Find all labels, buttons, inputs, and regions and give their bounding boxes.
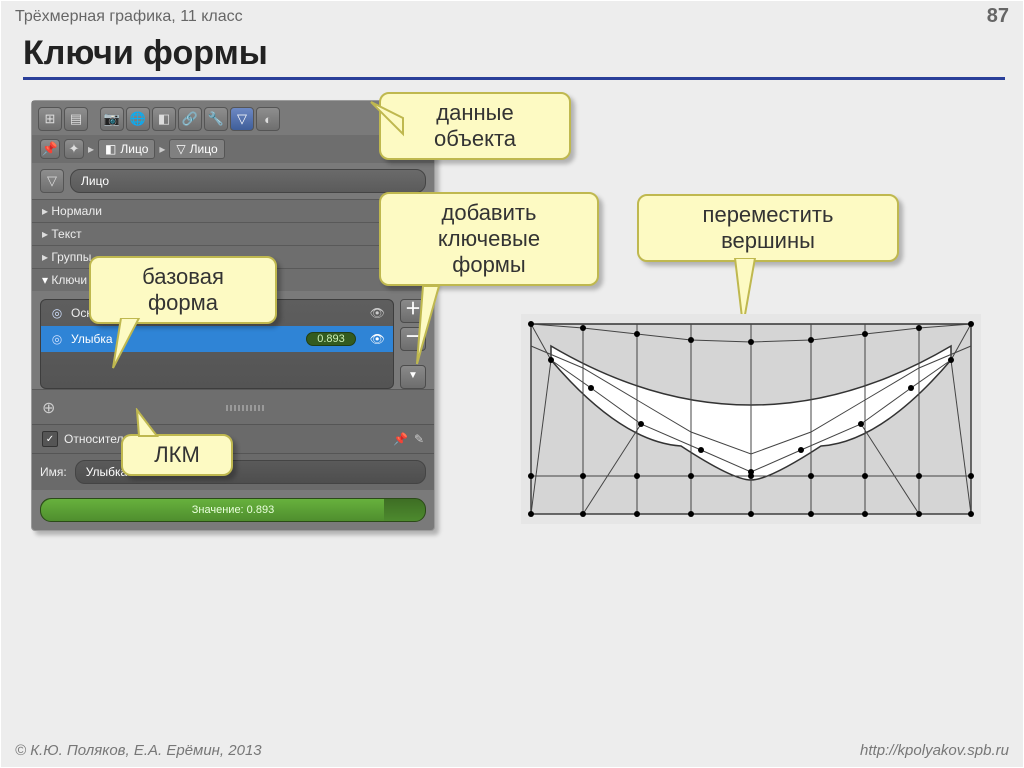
name-label: Имя:	[40, 465, 67, 479]
layers-icon[interactable]: ▤	[64, 107, 88, 131]
callout-lmb-tail	[135, 408, 175, 438]
relative-checkbox[interactable]: ✓	[42, 431, 58, 447]
constraints-icon[interactable]: 🔗	[178, 107, 202, 131]
callout-base-shape-tail	[109, 318, 149, 370]
footer-url: http://kpolyakov.spb.ru	[860, 742, 1009, 759]
shape-key-smile-label: Улыбка	[71, 332, 113, 346]
slider-label: Значение: 0.893	[192, 504, 274, 516]
visibility-icon[interactable]: 👁	[370, 332, 385, 346]
page-number: 87	[987, 5, 1009, 28]
callout-base-shape: базовая форма	[89, 256, 277, 324]
title-rule	[23, 77, 1005, 80]
callout-move-verts: переместить вершины	[637, 194, 899, 262]
mesh-icon: ▽	[176, 142, 185, 156]
section-normals[interactable]: Нормали	[32, 199, 434, 222]
callout-object-data-tail	[369, 100, 409, 140]
shape-key-smile[interactable]: ◎ Улыбка 0.893 👁	[41, 326, 393, 352]
callout-lmb: ЛКМ	[121, 434, 233, 476]
pin-icon[interactable]: 📌	[40, 139, 60, 159]
object-icon[interactable]: ◧	[152, 107, 176, 131]
shape-key-value-slider[interactable]: Значение: 0.893	[40, 498, 426, 522]
add-driver-icon[interactable]: ⊕	[42, 398, 55, 418]
course-name: Трёхмерная графика, 11 класс	[15, 8, 243, 26]
breadcrumb-scene-label: Лицо	[120, 142, 148, 156]
pin-small-icon[interactable]: 📌	[393, 432, 408, 446]
scene-icon[interactable]: 📷	[100, 107, 124, 131]
render-icon[interactable]: ⊞	[38, 107, 62, 131]
callout-add-shape: добавить ключевые формы	[379, 192, 599, 286]
shapekey-icon: ◎	[49, 305, 65, 321]
breadcrumb-scene[interactable]: ◧ Лицо	[98, 139, 155, 159]
modifiers-icon[interactable]: 🔧	[204, 107, 228, 131]
object-data-icon[interactable]: ▽	[230, 107, 254, 131]
scene-glyph-icon: ✦	[64, 139, 84, 159]
visibility-icon[interactable]: 👁	[370, 306, 385, 320]
material-icon[interactable]: ◐	[256, 107, 280, 131]
shape-key-menu-button[interactable]: ▼	[400, 365, 426, 389]
footer-copyright: © К.Ю. Поляков, Е.А. Ерёмин, 2013	[15, 742, 262, 759]
mesh-viewport	[521, 314, 981, 564]
callout-add-shape-tail	[411, 286, 451, 366]
edit-mode-icon[interactable]: ✎	[414, 432, 424, 446]
shape-key-smile-value: 0.893	[306, 332, 356, 346]
breadcrumb-object[interactable]: ▽ Лицо	[169, 139, 224, 159]
cube-icon: ◧	[105, 142, 116, 156]
resize-grip[interactable]	[226, 405, 266, 411]
section-texture[interactable]: Текст	[32, 222, 434, 245]
shapekey-icon: ◎	[49, 331, 65, 347]
page-title: Ключи формы	[23, 34, 1005, 73]
breadcrumb-object-label: Лицо	[190, 142, 218, 156]
mesh-data-icon[interactable]: ▽	[40, 169, 64, 193]
world-icon[interactable]: 🌐	[126, 107, 150, 131]
mesh-name-field[interactable]	[70, 169, 426, 193]
